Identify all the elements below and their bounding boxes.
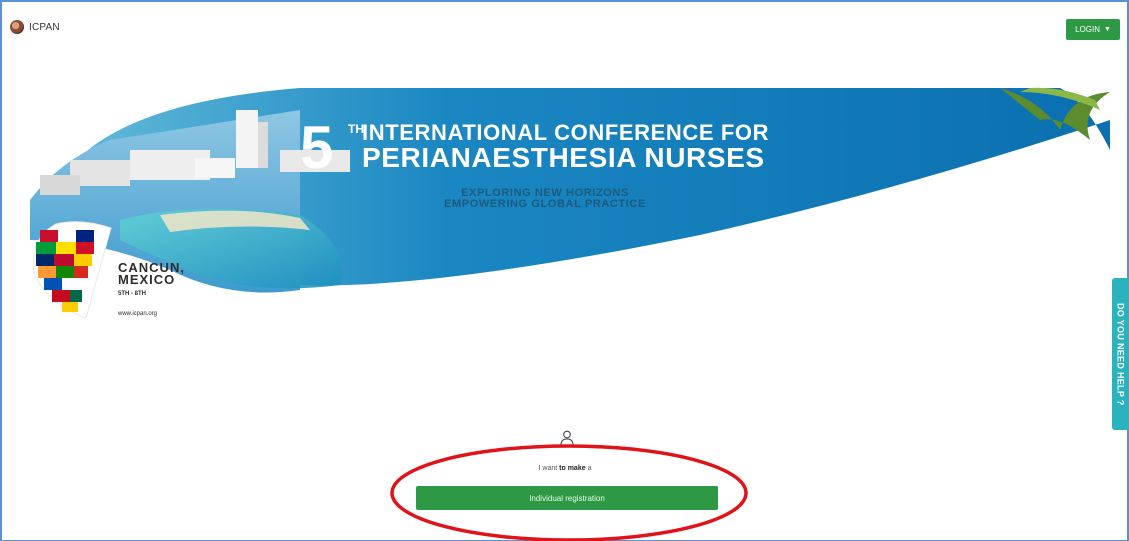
event-website: www.icpan.org	[118, 311, 158, 317]
login-button[interactable]: LOGIN ▼	[1066, 19, 1120, 40]
ordinal-number: 5	[300, 114, 334, 181]
help-tab-label: DO YOU NEED HELP ?	[1115, 302, 1126, 406]
tagline-line2: EMPOWERING GLOBAL PRACTICE	[444, 198, 646, 210]
annotation-ellipse	[390, 444, 748, 541]
banner-title-line2: PERIANAESTHESIA NURSES	[362, 142, 765, 173]
logo-icon	[10, 20, 24, 34]
event-dates: 5TH - 8TH	[118, 291, 147, 297]
logo-text: ICPAN	[29, 21, 60, 33]
location-line2: MEXICO	[118, 272, 176, 287]
banner-tagline: EXPLORING NEW HORIZONS EMPOWERING GLOBAL…	[400, 188, 690, 210]
caret-down-icon: ▼	[1103, 26, 1111, 33]
site-logo[interactable]: ICPAN	[10, 20, 60, 34]
location-text: CANCUN, MEXICO	[118, 261, 185, 287]
login-label: LOGIN	[1075, 25, 1100, 34]
